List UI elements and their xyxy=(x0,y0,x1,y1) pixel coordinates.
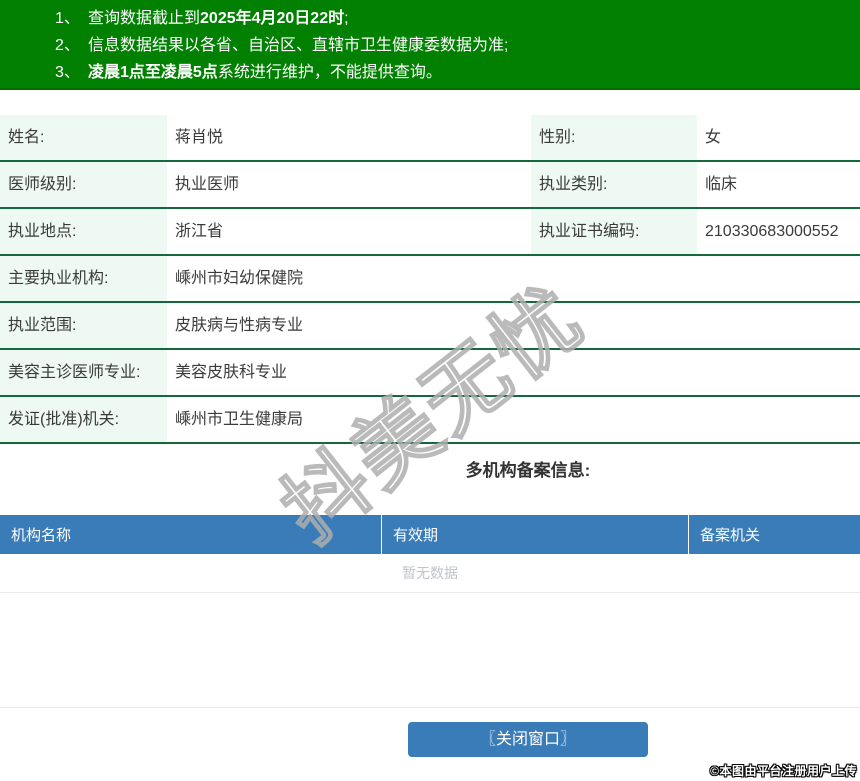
field-value-practice-location: 浙江省 xyxy=(167,208,531,256)
notice-text: 系统进行维护，不能提供查询。 xyxy=(217,64,442,81)
table-row: 执业地点: 浙江省 执业证书编码: 210330683000552 xyxy=(0,208,860,256)
table-row: 美容主诊医师专业: 美容皮肤科专业 xyxy=(0,349,860,397)
close-window-button[interactable]: 〖关闭窗口〗 xyxy=(408,722,648,757)
field-value-cosmetic-specialty: 美容皮肤科专业 xyxy=(167,349,860,397)
field-label-certificate-number: 执业证书编码: xyxy=(531,208,697,256)
field-label-practice-scope: 执业范围: xyxy=(0,302,167,350)
notice-text: 查询数据截止到 xyxy=(88,10,201,27)
notice-text-bold: 凌晨1点至凌晨5点 xyxy=(88,64,218,81)
notice-text: 信息数据结果以各省、自治区、直辖市卫生健康委数据为准; xyxy=(88,37,509,54)
table-row: 姓名: 蒋肖悦 性别: 女 xyxy=(0,115,860,162)
table-row: 执业范围: 皮肤病与性病专业 xyxy=(0,302,860,350)
multi-org-section-title: 多机构备案信息: xyxy=(465,461,591,480)
notice-text: ; xyxy=(344,10,349,27)
field-value-certificate-number: 210330683000552 xyxy=(697,208,860,256)
field-value-main-institution: 嵊州市妇幼保健院 xyxy=(167,255,860,303)
button-row: 〖关闭窗口〗 xyxy=(0,722,860,757)
field-value-doctor-level: 执业医师 xyxy=(167,161,531,209)
field-label-main-institution: 主要执业机构: xyxy=(0,255,167,303)
notice-text-bold: 2025年4月20日22时 xyxy=(200,10,345,27)
field-label-cosmetic-specialty: 美容主诊医师专业: xyxy=(0,349,167,397)
practitioner-info-table: 姓名: 蒋肖悦 性别: 女 医师级别: 执业医师 执业类别: 临床 执业地点: … xyxy=(0,115,860,444)
table-row: 主要执业机构: 嵊州市妇幼保健院 xyxy=(0,255,860,303)
field-value-practice-category: 临床 xyxy=(697,161,860,209)
field-value-practice-scope: 皮肤病与性病专业 xyxy=(167,302,860,350)
notice-line-2: 2、 信息数据结果以各省、自治区、直辖市卫生健康委数据为准; xyxy=(0,32,860,59)
field-label-issuing-authority: 发证(批准)机关: xyxy=(0,396,167,444)
notice-line-3: 3、 凌晨1点至凌晨5点系统进行维护，不能提供查询。 xyxy=(0,59,860,86)
field-label-gender: 性别: xyxy=(531,115,697,162)
org-header-cell-institution: 机构名称 xyxy=(11,527,72,544)
table-row: 发证(批准)机关: 嵊州市卫生健康局 xyxy=(0,396,860,444)
org-table-header: 机构名称 有效期 备案机关 xyxy=(0,515,860,554)
field-label-practice-category: 执业类别: xyxy=(531,161,697,209)
field-label-name: 姓名: xyxy=(0,115,167,162)
org-header-cell-validity: 有效期 xyxy=(381,515,688,554)
practitioner-query-result-page: 1、 查询数据截止到2025年4月20日22时; 2、 信息数据结果以各省、自治区、… xyxy=(0,0,860,781)
notice-banner: 1、 查询数据截止到2025年4月20日22时; 2、 信息数据结果以各省、自治区、… xyxy=(0,0,860,90)
footer-credit: ©本图由平台注册用户上传 xyxy=(710,764,857,778)
field-value-name: 蒋肖悦 xyxy=(167,115,531,162)
notice-number: 1、 xyxy=(55,10,80,27)
notice-line-1: 1、 查询数据截止到2025年4月20日22时; xyxy=(0,5,860,32)
field-value-gender: 女 xyxy=(697,115,860,162)
org-header-cell-filing-authority: 备案机关 xyxy=(688,515,860,554)
notice-number: 3、 xyxy=(55,64,80,81)
org-table-empty-row: 暂无数据 xyxy=(0,554,860,593)
field-label-doctor-level: 医师级别: xyxy=(0,161,167,209)
field-value-issuing-authority: 嵊州市卫生健康局 xyxy=(167,396,860,444)
notice-number: 2、 xyxy=(55,37,80,54)
org-table-body-spacer xyxy=(0,593,860,708)
field-label-practice-location: 执业地点: xyxy=(0,208,167,256)
table-row: 医师级别: 执业医师 执业类别: 临床 xyxy=(0,161,860,209)
